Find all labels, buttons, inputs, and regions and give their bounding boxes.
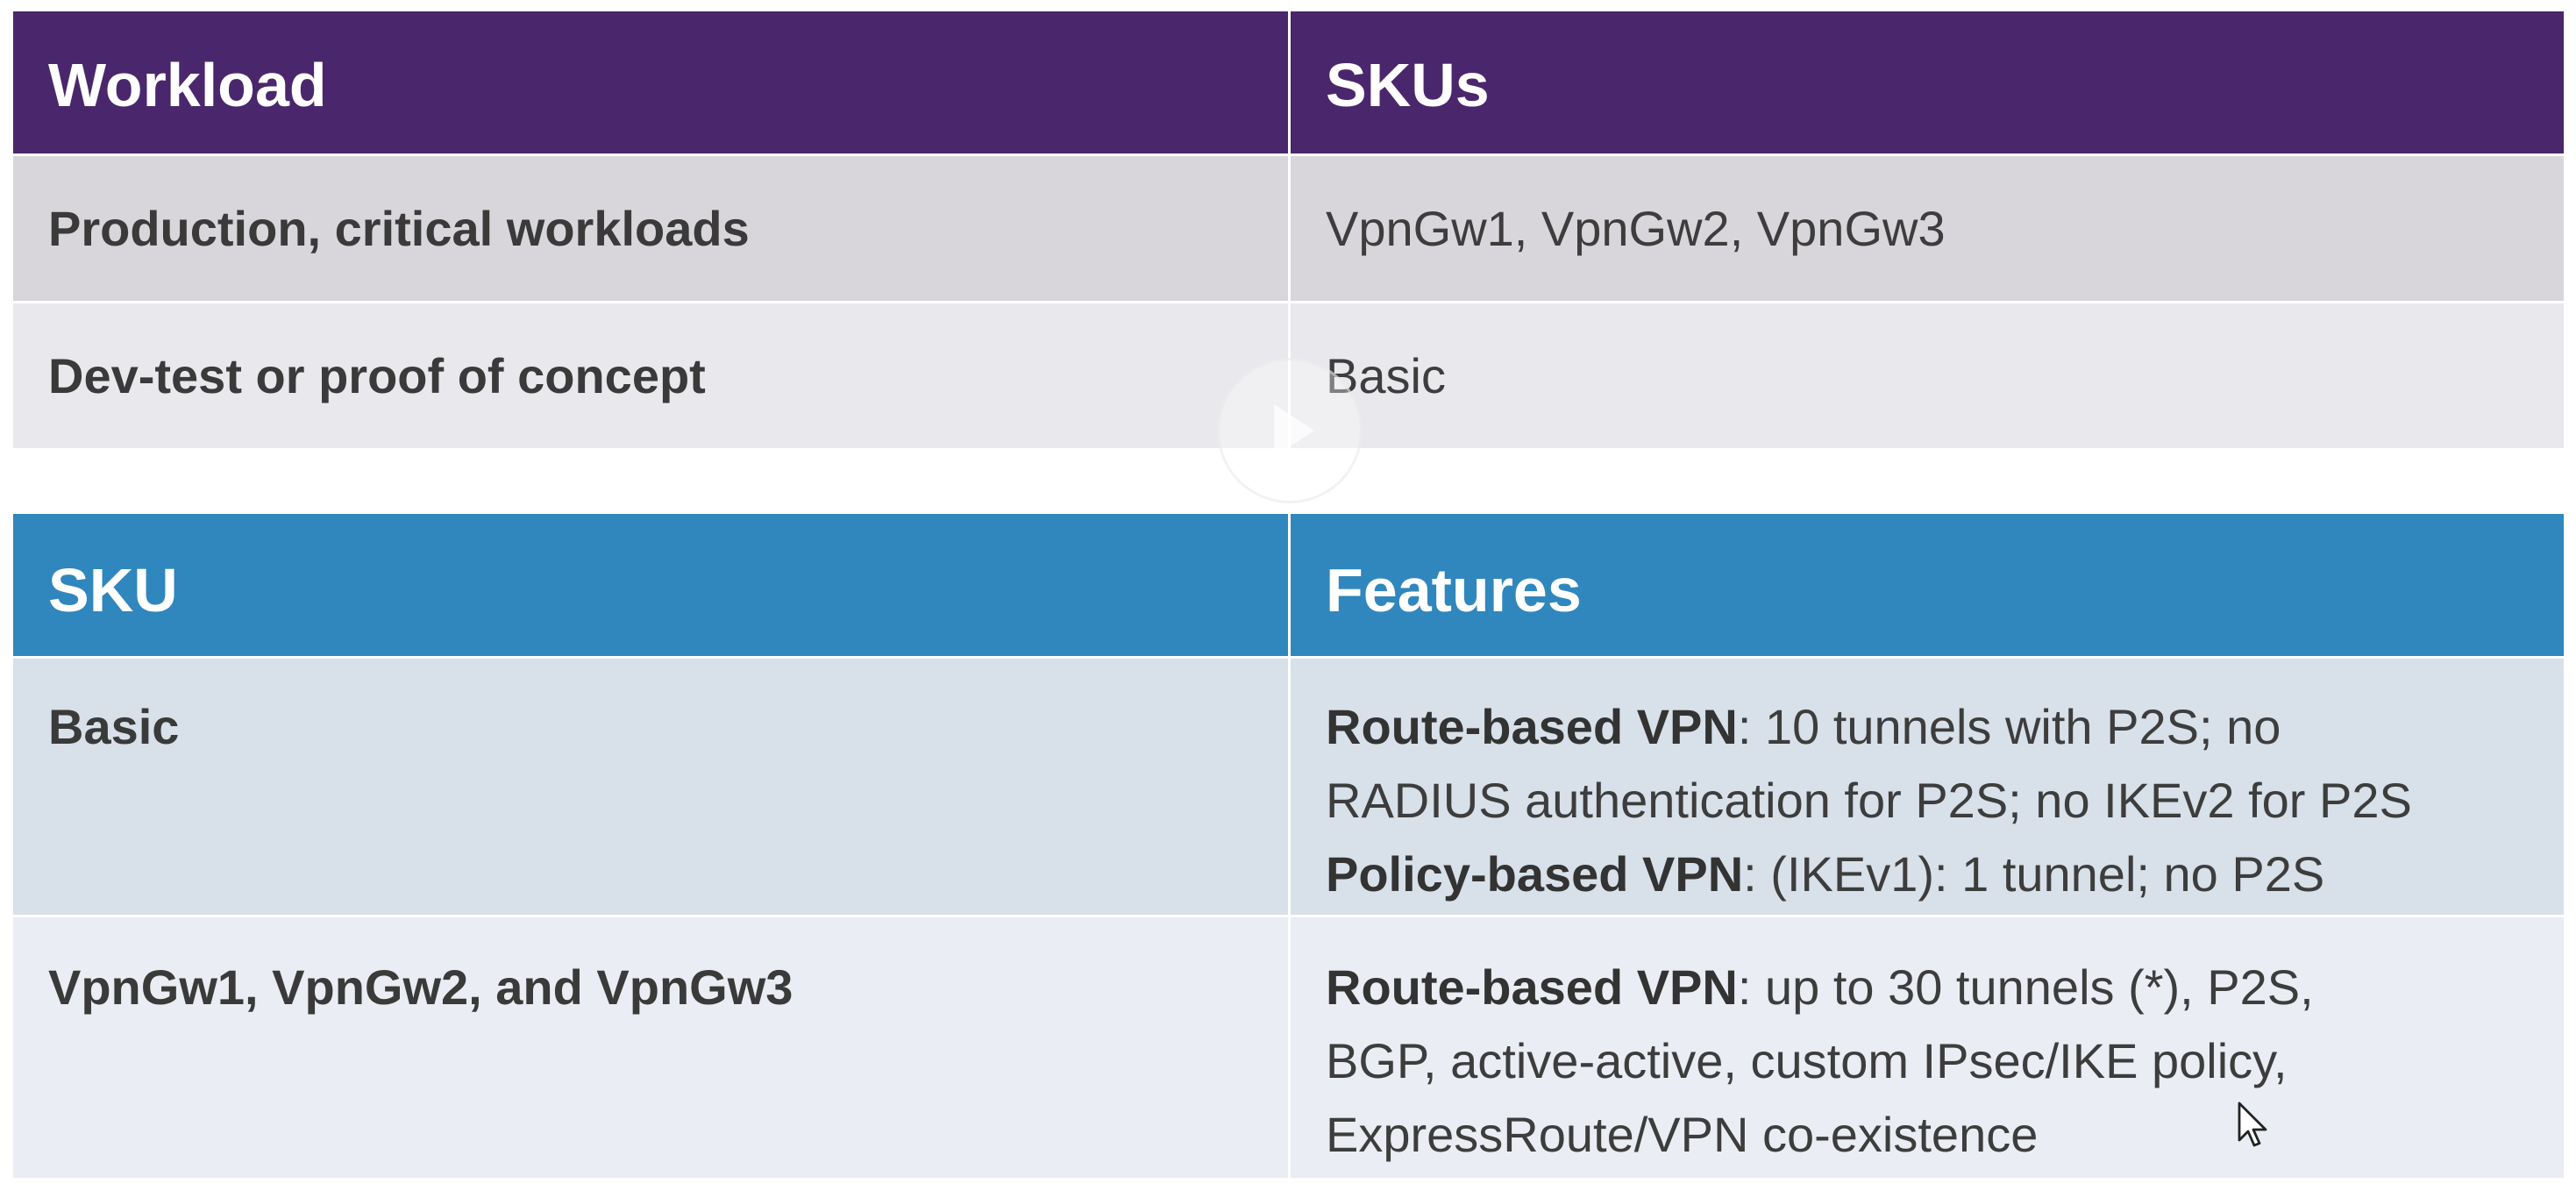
feature-line: Policy-based VPN: (IKEv1): 1 tunnel; no … xyxy=(1326,838,2564,911)
feature-heading: Route-based VPN xyxy=(1326,959,1738,1015)
sku-cell: Basic xyxy=(11,656,1291,917)
features-cell: Route-based VPN: 10 tunnels with P2S; no… xyxy=(1288,656,2566,917)
workload-cell: Production, critical workloads xyxy=(11,153,1291,303)
play-icon[interactable] xyxy=(1217,358,1363,503)
skus-cell: Basic xyxy=(1288,301,2566,451)
feature-line: RADIUS authentication for P2S; no IKEv2 … xyxy=(1326,764,2564,838)
feature-heading: Policy-based VPN xyxy=(1326,846,1744,902)
workload-table-header-row: Workload SKUs xyxy=(11,9,2566,156)
features-column-header: Features xyxy=(1288,511,2566,659)
table-row: Production, critical workloads VpnGw1, V… xyxy=(11,153,2566,303)
feature-text: ExpressRoute/VPN co-existence xyxy=(1326,1107,2039,1162)
feature-line: ExpressRoute/VPN co-existence xyxy=(1326,1098,2564,1172)
feature-line: Route-based VPN: up to 30 tunnels (*), P… xyxy=(1326,951,2564,1024)
features-cell: Route-based VPN: up to 30 tunnels (*), P… xyxy=(1288,915,2566,1180)
cursor-arrow-icon xyxy=(2238,1102,2267,1147)
table-row: Basic Route-based VPN: 10 tunnels with P… xyxy=(11,656,2566,917)
feature-text: BGP, active-active, custom IPsec/IKE pol… xyxy=(1326,1033,2288,1088)
feature-text: : (IKEv1): 1 tunnel; no P2S xyxy=(1743,846,2325,902)
sku-table-header-row: SKU Features xyxy=(11,511,2566,659)
feature-heading: Route-based VPN xyxy=(1326,699,1738,754)
feature-text: RADIUS authentication for P2S; no IKEv2 … xyxy=(1326,773,2412,828)
feature-text: : up to 30 tunnels (*), P2S, xyxy=(1737,959,2314,1015)
sku-column-header: SKU xyxy=(11,511,1291,659)
table-row: VpnGw1, VpnGw2, and VpnGw3 Route-based V… xyxy=(11,915,2566,1180)
skus-column-header: SKUs xyxy=(1288,9,2566,156)
skus-cell: VpnGw1, VpnGw2, VpnGw3 xyxy=(1288,153,2566,303)
sku-features-table: SKU Features Basic Route-based VPN: 10 t… xyxy=(11,511,2566,1180)
workload-cell: Dev-test or proof of concept xyxy=(11,301,1291,451)
feature-line: BGP, active-active, custom IPsec/IKE pol… xyxy=(1326,1024,2564,1098)
feature-text: : 10 tunnels with P2S; no xyxy=(1737,699,2281,754)
feature-line: Route-based VPN: 10 tunnels with P2S; no xyxy=(1326,690,2564,764)
sku-cell: VpnGw1, VpnGw2, and VpnGw3 xyxy=(11,915,1291,1180)
workload-column-header: Workload xyxy=(11,9,1291,156)
